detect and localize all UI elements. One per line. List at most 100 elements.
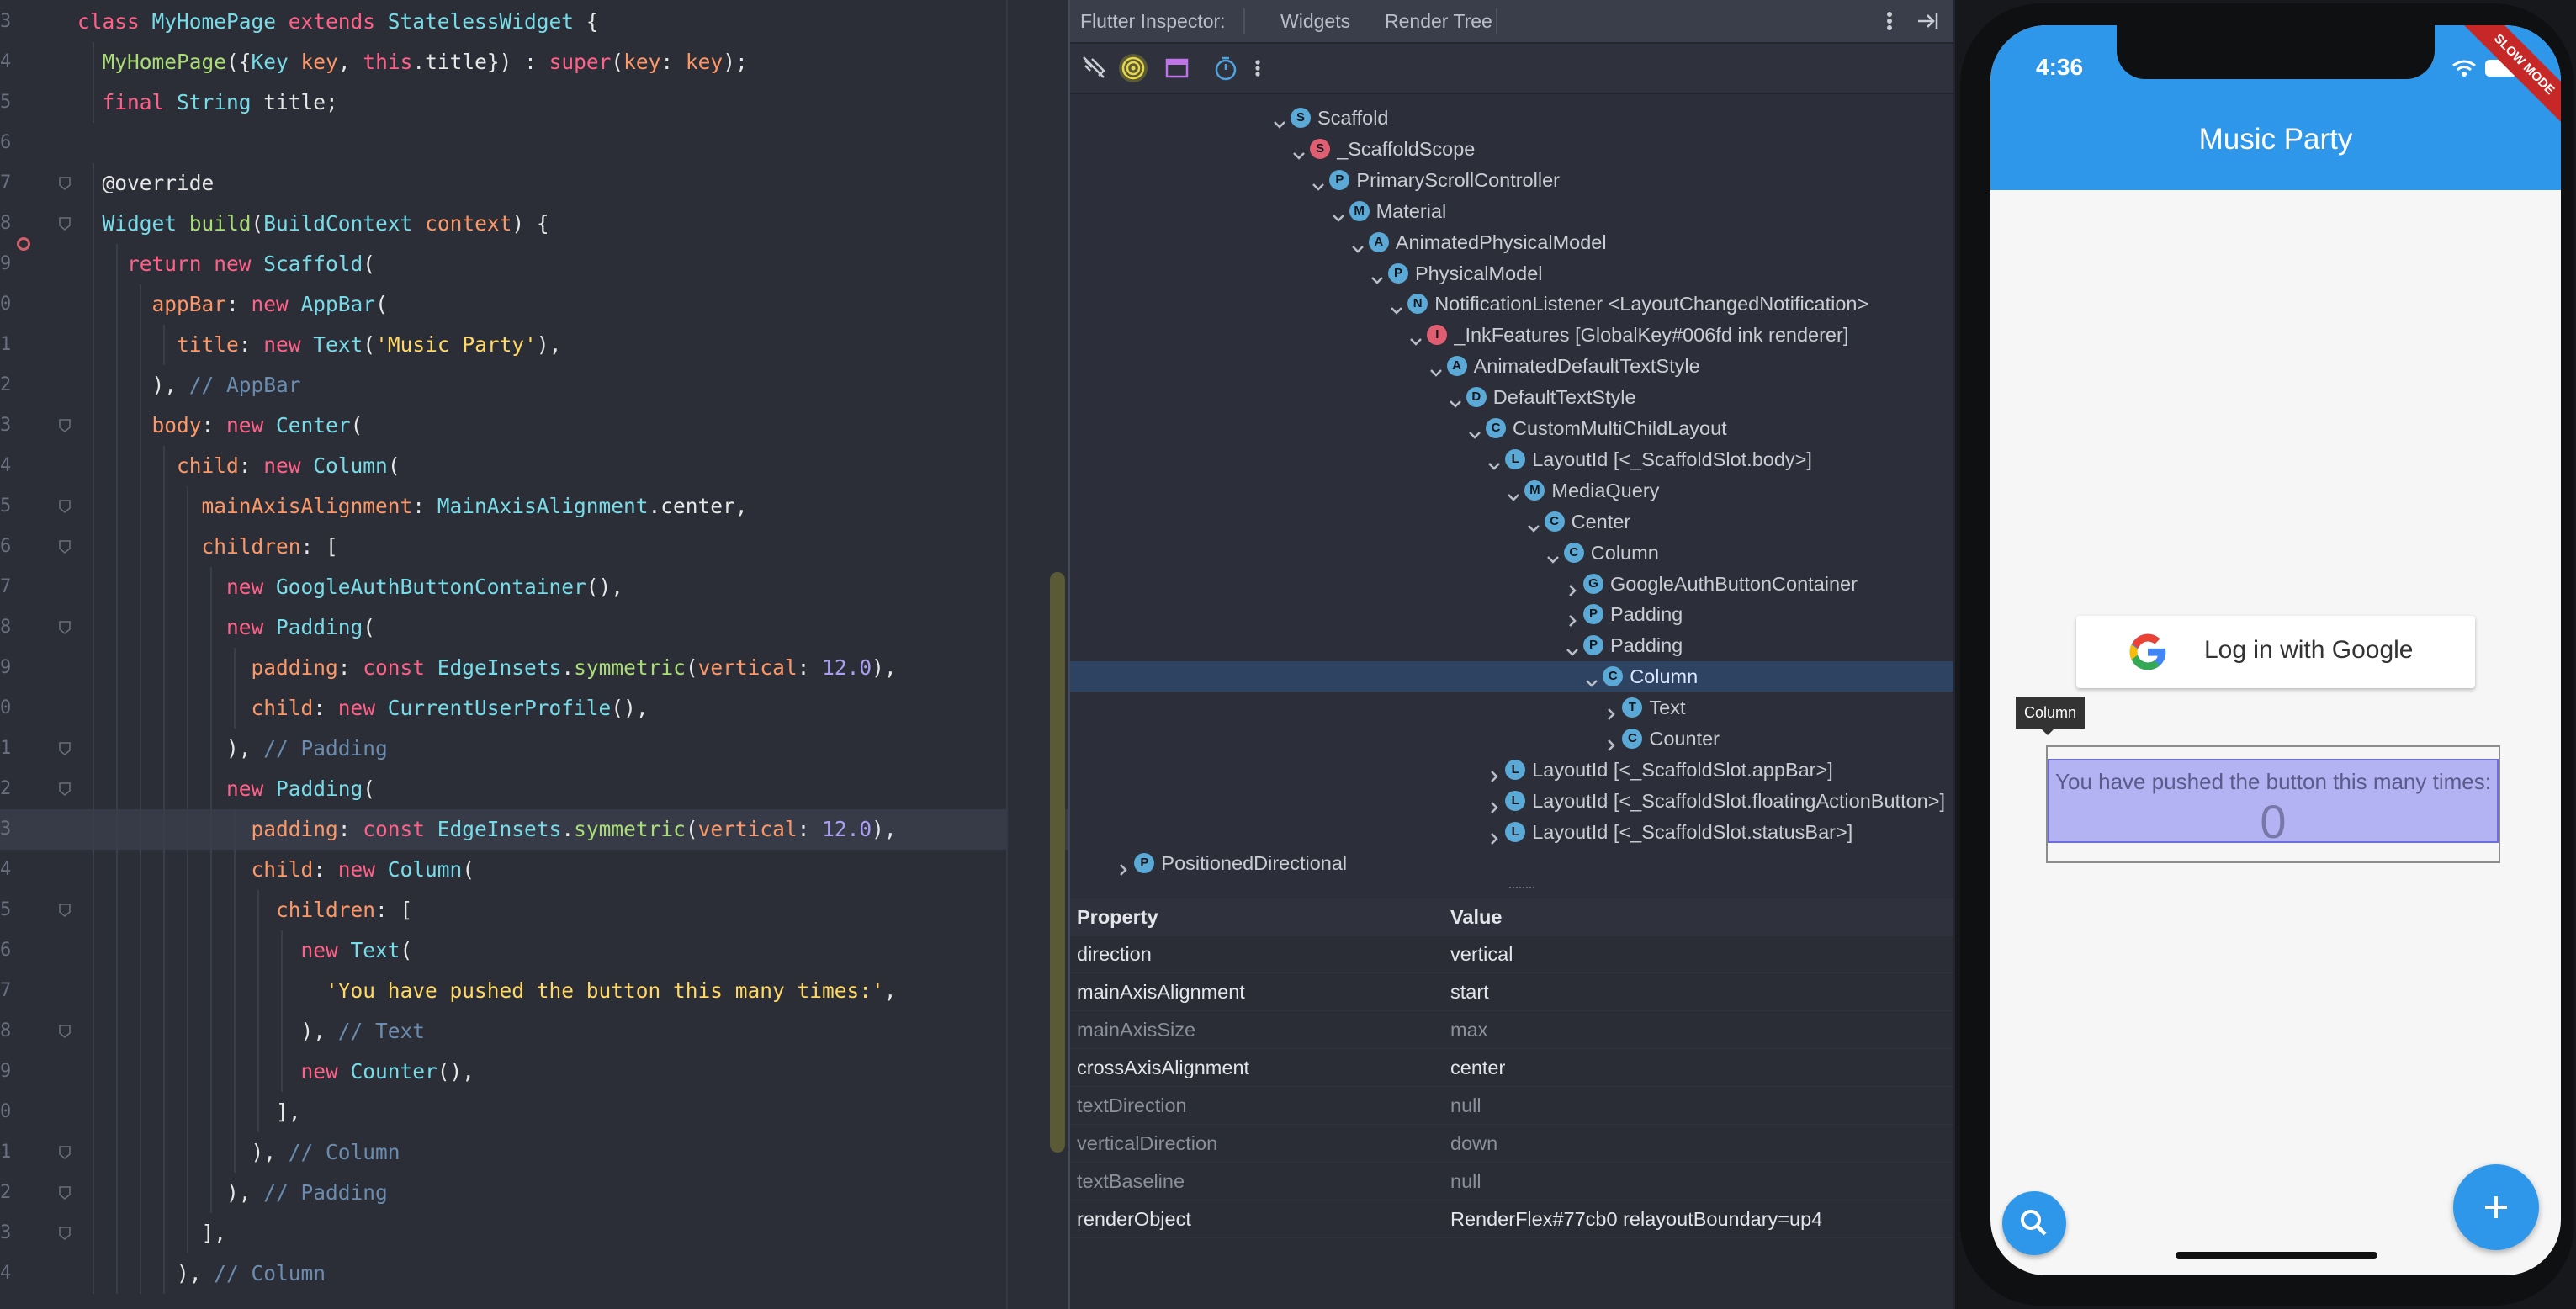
code-line[interactable]: 4 child: new Column( — [0, 850, 1070, 890]
chevron-right-icon[interactable] — [1487, 824, 1502, 845]
code-line[interactable]: 9 new Counter(), — [0, 1052, 1070, 1092]
tree-node-layoutid-scaffoldslot-statusbar[interactable]: L LayoutId [<_ScaffoldSlot.statusBar>] — [1070, 817, 1955, 847]
chevron-right-icon[interactable] — [1487, 793, 1502, 813]
chevron-down-icon[interactable] — [1467, 421, 1482, 439]
chevron-down-icon[interactable] — [1584, 669, 1599, 687]
tree-node-physicalmodel[interactable]: P PhysicalModel — [1070, 258, 1955, 289]
code-line[interactable]: 5 mainAxisAlignment: MainAxisAlignment.c… — [0, 486, 1070, 527]
chevron-down-icon[interactable] — [1350, 235, 1365, 253]
fold-marker-icon[interactable] — [59, 540, 71, 554]
chevron-down-icon[interactable] — [1311, 172, 1326, 191]
code-line[interactable]: 6 — [0, 123, 1070, 163]
tree-node-material[interactable]: M Material — [1070, 196, 1955, 226]
chevron-right-icon[interactable] — [1603, 731, 1619, 751]
widget-tree[interactable]: S Scaffold S _ScaffoldScope P PrimaryScrollCo… — [1070, 94, 1955, 876]
more-vert-icon[interactable] — [1243, 54, 1272, 82]
property-row[interactable]: textBaseline null — [1070, 1163, 1955, 1200]
chevron-down-icon[interactable] — [1506, 483, 1521, 501]
tree-node-column[interactable]: C Column — [1070, 661, 1955, 692]
code-line[interactable]: 0 child: new CurrentUserProfile(), — [0, 688, 1070, 729]
chevron-down-icon[interactable] — [1428, 358, 1444, 377]
code-line[interactable]: 8 Widget build(BuildContext context) { — [0, 204, 1070, 244]
code-line[interactable]: 7 @override — [0, 163, 1070, 204]
fold-marker-icon[interactable] — [59, 782, 71, 796]
code-line[interactable]: 1 ), // Padding — [0, 729, 1070, 769]
tree-node-googleauthbuttoncontainer[interactable]: G GoogleAuthButtonContainer — [1070, 569, 1955, 599]
search-fab-button[interactable] — [2002, 1191, 2066, 1255]
code-line[interactable]: 3 padding: const EdgeInsets.symmetric(ve… — [0, 809, 1070, 850]
chevron-down-icon[interactable] — [1291, 141, 1307, 160]
chevron-down-icon[interactable] — [1448, 390, 1463, 408]
code-line[interactable]: 9 padding: const EdgeInsets.symmetric(ve… — [0, 648, 1070, 688]
tree-node-text[interactable]: T Text — [1070, 692, 1955, 723]
tree-node-layoutid-scaffoldslot-floatingactionbutton[interactable]: L LayoutId [<_ScaffoldSlot.floatingAction… — [1070, 786, 1955, 816]
fold-marker-icon[interactable] — [59, 1025, 71, 1038]
chevron-right-icon[interactable] — [1487, 762, 1502, 782]
chevron-down-icon[interactable] — [1565, 638, 1580, 657]
tree-node-center[interactable]: C Center — [1070, 506, 1955, 537]
chevron-down-icon[interactable] — [1526, 514, 1541, 533]
chevron-down-icon[interactable] — [1545, 545, 1561, 564]
code-line[interactable]: 7 new GoogleAuthButtonContainer(), — [0, 567, 1070, 607]
tree-node-scaffoldscope[interactable]: S _ScaffoldScope — [1070, 134, 1955, 164]
editor-scrollbar-thumb[interactable] — [1050, 572, 1065, 1153]
code-line[interactable]: 2 ), // Padding — [0, 1173, 1070, 1213]
chevron-right-icon[interactable] — [1603, 700, 1619, 720]
property-row[interactable]: renderObject RenderFlex#77cb0 relayoutBou… — [1070, 1200, 1955, 1238]
chevron-down-icon[interactable] — [1370, 266, 1385, 284]
code-line[interactable]: 9 return new Scaffold( — [0, 244, 1070, 284]
code-line[interactable]: 3 class MyHomePage extends StatelessWidge… — [0, 2, 1070, 42]
tab-widgets[interactable]: Widgets — [1280, 0, 1350, 42]
fold-marker-icon[interactable] — [59, 742, 71, 755]
fold-marker-icon[interactable] — [59, 217, 71, 231]
tree-node-defaulttextstyle[interactable]: D DefaultTextStyle — [1070, 382, 1955, 412]
slow-animations-icon[interactable] — [1211, 54, 1240, 82]
add-fab-button[interactable] — [2453, 1164, 2539, 1250]
property-row[interactable]: crossAxisAlignment center — [1070, 1049, 1955, 1087]
code-line[interactable]: 4 child: new Column( — [0, 446, 1070, 486]
code-line[interactable]: 4 MyHomePage({Key key, this.title}) : su… — [0, 42, 1070, 82]
code-line[interactable]: 3 body: new Center( — [0, 405, 1070, 446]
chevron-down-icon[interactable] — [1331, 204, 1346, 222]
code-line[interactable]: 5 final String title; — [0, 82, 1070, 123]
code-line[interactable]: 0 appBar: new AppBar( — [0, 284, 1070, 325]
tree-node-padding[interactable]: P Padding — [1070, 630, 1955, 660]
tree-node-layoutid-scaffoldslot-body[interactable]: L LayoutId [<_ScaffoldSlot.body>] — [1070, 444, 1955, 474]
chevron-down-icon[interactable] — [1408, 327, 1423, 347]
property-row[interactable]: textDirection null — [1070, 1087, 1955, 1125]
tree-node-primaryscrollcontroller[interactable]: P PrimaryScrollController — [1070, 165, 1955, 195]
debug-paint-icon[interactable] — [1119, 54, 1148, 82]
fold-marker-icon[interactable] — [59, 419, 71, 432]
fold-marker-icon[interactable] — [59, 177, 71, 190]
tree-node-animateddefaulttextstyle[interactable]: A AnimatedDefaultTextStyle — [1070, 351, 1955, 381]
code-line[interactable]: 0 ], — [0, 1092, 1070, 1132]
tree-node-inkfeatures-globalkey-006fd-ink-renderer[interactable]: I _InkFeatures [GlobalKey#006fd ink rende… — [1070, 320, 1955, 350]
toggle-select-mode-icon[interactable] — [1080, 54, 1109, 82]
tree-node-positioneddirectional[interactable]: P PositionedDirectional — [1070, 848, 1955, 878]
hide-panel-icon[interactable] — [1915, 0, 1940, 42]
code-line[interactable]: 8 new Padding( — [0, 607, 1070, 648]
tree-node-custommultichildlayout[interactable]: C CustomMultiChildLayout — [1070, 413, 1955, 443]
chevron-right-icon[interactable] — [1565, 607, 1580, 628]
code-line[interactable]: 6 new Text( — [0, 930, 1070, 971]
tree-node-column[interactable]: C Column — [1070, 538, 1955, 568]
code-line[interactable]: 6 children: [ — [0, 527, 1070, 567]
code-line[interactable]: 5 children: [ — [0, 890, 1070, 930]
performance-overlay-icon[interactable] — [1163, 54, 1191, 82]
chevron-down-icon[interactable] — [1487, 452, 1502, 470]
tab-render-tree[interactable]: Render Tree — [1385, 0, 1492, 42]
code-line[interactable]: 7 'You have pushed the button this many … — [0, 971, 1070, 1011]
code-line[interactable]: 1 ), // Column — [0, 1132, 1070, 1173]
more-options-icon[interactable] — [1881, 0, 1898, 42]
fold-marker-icon[interactable] — [59, 1146, 71, 1159]
tree-node-padding[interactable]: P Padding — [1070, 599, 1955, 629]
tree-node-animatedphysicalmodel[interactable]: A AnimatedPhysicalModel — [1070, 227, 1955, 257]
code-line[interactable]: 4 ), // Column — [0, 1253, 1070, 1294]
breakpoint-icon[interactable] — [17, 237, 30, 251]
phone-screen[interactable]: 4:36 Music Party SLOW MODE Log in with G… — [1990, 25, 2561, 1275]
chevron-down-icon[interactable] — [1389, 296, 1404, 315]
tree-node-mediaquery[interactable]: M MediaQuery — [1070, 475, 1955, 506]
code-line[interactable]: 3 ], — [0, 1213, 1070, 1253]
code-line[interactable]: 2 ), // AppBar — [0, 365, 1070, 405]
property-row[interactable]: verticalDirection down — [1070, 1125, 1955, 1163]
